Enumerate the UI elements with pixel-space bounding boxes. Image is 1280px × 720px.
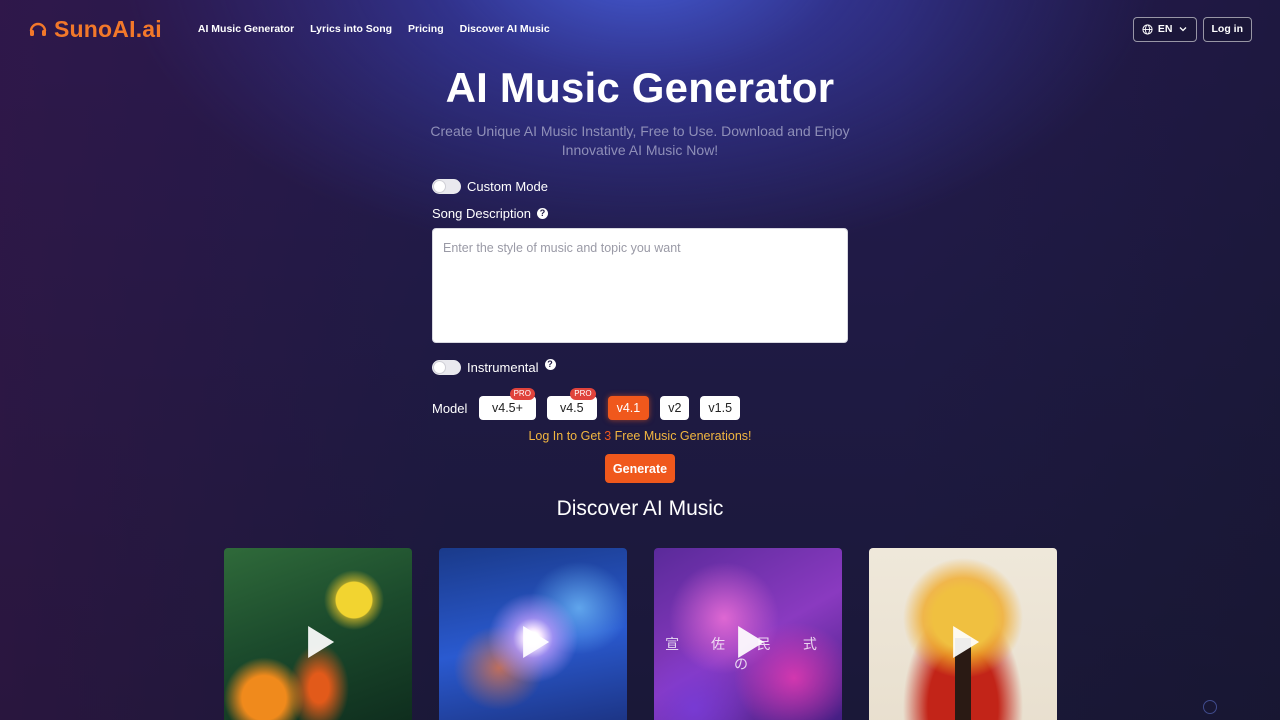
- play-icon[interactable]: [738, 626, 765, 658]
- custom-mode-label: Custom Mode: [467, 178, 548, 194]
- model-label: Model: [432, 400, 468, 416]
- language-label: EN: [1157, 23, 1173, 35]
- song-description-label: Song Description: [432, 205, 531, 221]
- music-card[interactable]: 宣 佐 民 式 の: [654, 548, 842, 720]
- help-icon[interactable]: ?: [544, 358, 556, 370]
- model-option-v1-5[interactable]: v1.5: [700, 396, 741, 420]
- music-card[interactable]: [869, 548, 1057, 720]
- model-option-label: v1.5: [708, 401, 733, 415]
- model-option-v4-5[interactable]: v4.5 PRO: [546, 388, 597, 420]
- generator-form: Custom Mode Song Description ? Instrumen…: [432, 176, 848, 483]
- custom-mode-toggle[interactable]: [432, 178, 461, 194]
- model-option-label: v4.5: [559, 401, 584, 415]
- top-nav: SunoAI.ai AI Music Generator Lyrics into…: [0, 0, 1280, 58]
- nav-link-ai-music-generator[interactable]: AI Music Generator: [198, 23, 294, 35]
- generate-button[interactable]: Generate: [604, 454, 676, 483]
- brand-name: SunoAI.ai: [54, 15, 162, 42]
- language-selector[interactable]: EN: [1132, 16, 1197, 42]
- promo-text-start: Log In to Get: [528, 429, 605, 443]
- nav-link-lyrics-into-song[interactable]: Lyrics into Song: [310, 23, 392, 35]
- music-card[interactable]: [439, 548, 627, 720]
- music-card[interactable]: [224, 548, 412, 720]
- page-title: AI Music Generator: [445, 64, 835, 111]
- login-promo[interactable]: Log In to Get 3 Free Music Generations!: [432, 429, 848, 443]
- pro-badge: PRO: [509, 388, 535, 400]
- headphones-logo-icon: [29, 22, 47, 36]
- hero: AI Music Generator Create Unique AI Musi…: [0, 64, 1280, 159]
- globe-icon: [1142, 23, 1153, 35]
- model-option-label: v4.1: [616, 401, 641, 415]
- logo[interactable]: SunoAI.ai: [28, 16, 162, 43]
- page-subtitle: Create Unique AI Music Instantly, Free t…: [430, 123, 850, 158]
- nav-links: AI Music Generator Lyrics into Song Pric…: [198, 23, 550, 35]
- promo-text-end: Free Music Generations!: [611, 429, 752, 443]
- help-icon[interactable]: ?: [537, 207, 548, 219]
- model-selector: Model v4.5+ PRO v4.5 PRO v4.1 v2 v1.5: [432, 388, 848, 421]
- model-option-label: v4.5+: [492, 401, 523, 415]
- model-option-v4-5-plus[interactable]: v4.5+ PRO: [479, 388, 536, 420]
- play-icon[interactable]: [523, 626, 550, 658]
- play-icon[interactable]: [953, 626, 980, 658]
- instrumental-toggle[interactable]: [432, 359, 461, 375]
- song-description-row: Song Description ?: [432, 205, 848, 221]
- model-option-label: v2: [668, 401, 682, 415]
- discover-title: Discover AI Music: [556, 497, 724, 520]
- pro-badge: PRO: [570, 388, 596, 400]
- chevron-down-icon: [1179, 27, 1186, 32]
- song-description-input[interactable]: [432, 228, 848, 343]
- model-option-v4-1[interactable]: v4.1: [607, 396, 650, 420]
- nav-link-discover-ai-music[interactable]: Discover AI Music: [460, 23, 550, 35]
- login-button[interactable]: Log in: [1202, 16, 1252, 42]
- nav-actions: EN Log in: [1132, 16, 1252, 42]
- scroll-indicator-icon[interactable]: [1203, 700, 1217, 714]
- custom-mode-row: Custom Mode: [432, 176, 848, 196]
- nav-link-pricing[interactable]: Pricing: [408, 23, 444, 35]
- generate-wrap: Generate: [432, 454, 848, 483]
- model-option-v2[interactable]: v2: [660, 396, 690, 420]
- instrumental-label: Instrumental: [467, 359, 539, 375]
- instrumental-row: Instrumental ?: [432, 357, 848, 377]
- music-cards: 宣 佐 民 式 の: [224, 548, 1057, 720]
- play-icon[interactable]: [308, 626, 335, 658]
